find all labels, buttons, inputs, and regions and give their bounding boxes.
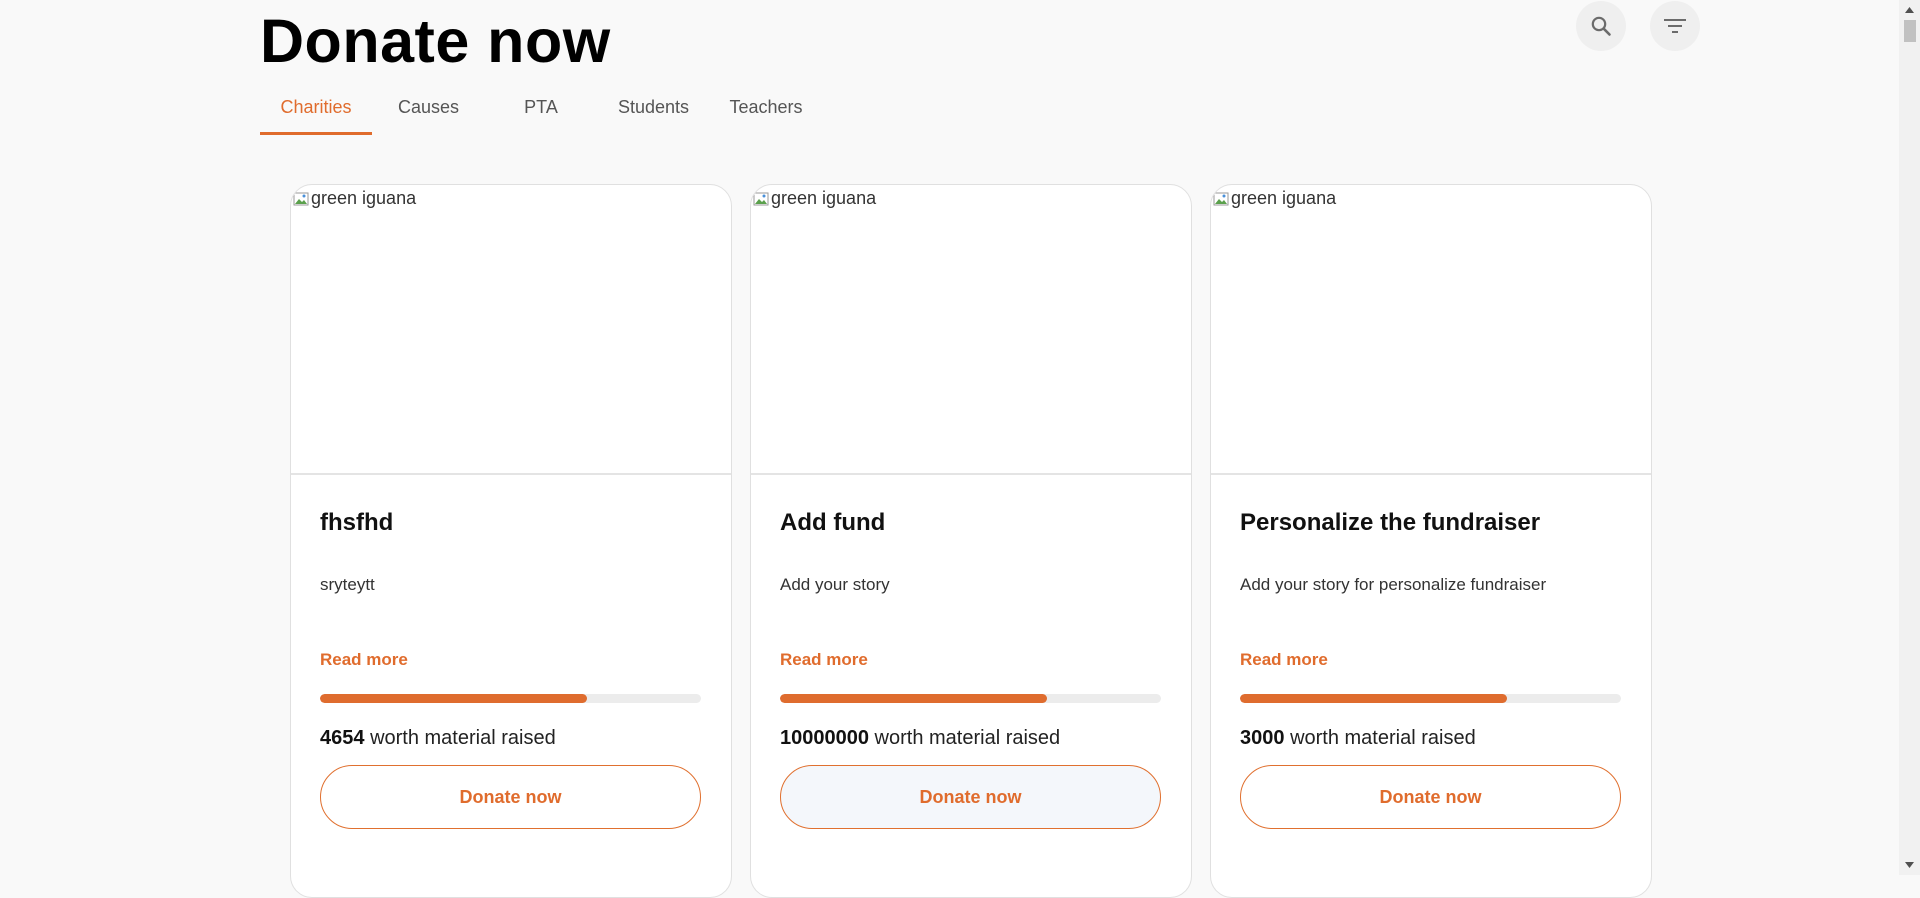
category-tabs: Charities Causes PTA Students Teachers	[260, 82, 822, 135]
progress-fill	[1240, 694, 1507, 703]
fundraiser-card: green iguana Add fund Add your story Rea…	[750, 184, 1192, 898]
fundraiser-card: green iguana fhsfhd sryteytt Read more 4…	[290, 184, 732, 898]
progress-bar	[780, 694, 1161, 703]
progress-bar	[320, 694, 701, 703]
card-image: green iguana	[1211, 185, 1651, 475]
progress-fill	[320, 694, 587, 703]
broken-image-icon	[753, 192, 769, 205]
card-title: Add fund	[780, 509, 886, 536]
image-alt-text: green iguana	[311, 188, 417, 208]
tab-causes[interactable]: Causes	[372, 82, 485, 135]
broken-image-icon	[1213, 192, 1229, 205]
page-title: Donate now	[260, 7, 611, 75]
tab-pta[interactable]: PTA	[485, 82, 597, 135]
search-button[interactable]	[1576, 1, 1626, 51]
filter-icon	[1664, 19, 1686, 33]
image-alt-text: green iguana	[771, 188, 877, 208]
image-alt-text: green iguana	[1231, 188, 1337, 208]
read-more-link[interactable]: Read more	[320, 650, 408, 670]
card-description: sryteytt	[320, 575, 375, 594]
raised-amount: 10000000 worth material raised	[780, 727, 1060, 750]
raised-label: worth material raised	[1290, 727, 1476, 749]
card-description: Add your story	[780, 575, 890, 594]
fundraiser-card: green iguana Personalize the fundraiser …	[1210, 184, 1652, 898]
donate-button[interactable]: Donate now	[320, 765, 701, 829]
tab-charities[interactable]: Charities	[260, 82, 372, 135]
donate-button[interactable]: Donate now	[780, 765, 1161, 829]
vertical-scrollbar[interactable]	[1899, 0, 1920, 875]
scroll-up-arrow-icon[interactable]	[1899, 2, 1920, 18]
card-image: green iguana	[291, 185, 731, 475]
raised-amount: 4654 worth material raised	[320, 727, 556, 750]
raised-value: 3000	[1240, 727, 1285, 749]
card-title: fhsfhd	[320, 509, 394, 536]
search-icon	[1591, 16, 1611, 36]
raised-value: 10000000	[780, 727, 869, 749]
tab-students[interactable]: Students	[597, 82, 710, 135]
donate-button[interactable]: Donate now	[1240, 765, 1621, 829]
progress-fill	[780, 694, 1047, 703]
raised-value: 4654	[320, 727, 365, 749]
card-title: Personalize the fundraiser	[1240, 509, 1541, 536]
scrollbar-thumb[interactable]	[1904, 20, 1916, 42]
read-more-link[interactable]: Read more	[780, 650, 868, 670]
broken-image-icon	[293, 192, 309, 205]
card-description: Add your story for personalize fundraise…	[1240, 575, 1547, 594]
filter-button[interactable]	[1650, 1, 1700, 51]
raised-amount: 3000 worth material raised	[1240, 727, 1476, 750]
progress-bar	[1240, 694, 1621, 703]
read-more-link[interactable]: Read more	[1240, 650, 1328, 670]
card-image: green iguana	[751, 185, 1191, 475]
tab-teachers[interactable]: Teachers	[710, 82, 822, 135]
raised-label: worth material raised	[874, 727, 1061, 749]
scroll-down-arrow-icon[interactable]	[1899, 857, 1920, 873]
raised-label: worth material raised	[370, 727, 556, 749]
